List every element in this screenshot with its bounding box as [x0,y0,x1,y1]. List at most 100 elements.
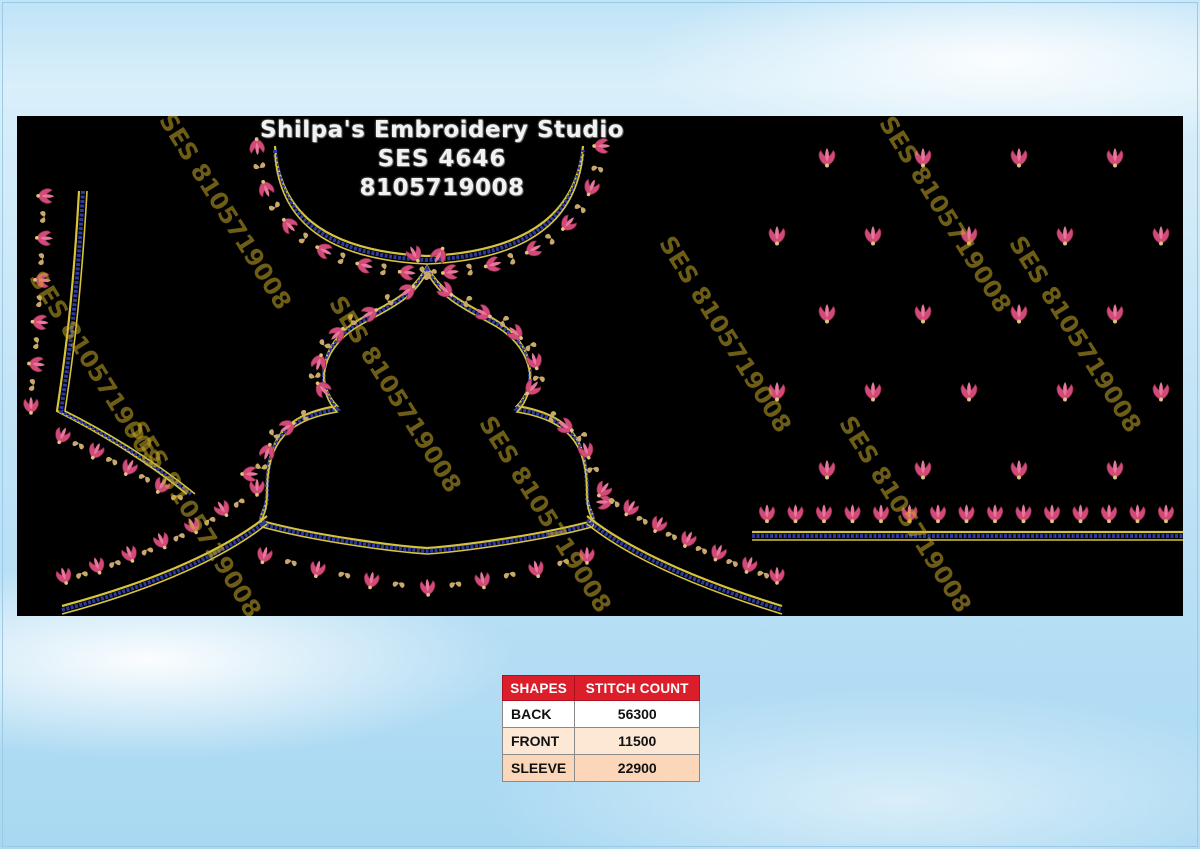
leaf-motif [503,571,517,579]
count-cell: 22900 [574,754,701,782]
flower-motif [254,544,275,567]
leaf-motif [573,203,587,215]
flower-motif [471,301,496,325]
butti-motif [1106,147,1124,169]
flower-motif [51,424,74,448]
leaf-motif [664,530,678,542]
leaf-motif [392,581,405,589]
butti-motif [768,225,786,247]
leaf-motif [284,558,298,567]
flower-motif [86,554,108,578]
flower-motif [23,396,39,416]
border-flower-motif [929,503,947,524]
flower-motif [309,350,330,374]
table-row: SLEEVE 22900 [501,754,701,782]
stitch-count-table: SHAPES STITCH COUNT BACK 56300 FRONT 115… [501,675,701,782]
flower-motif [676,527,699,552]
flower-motif [54,564,75,588]
flower-motif [419,577,437,598]
leaf-motif [71,440,85,451]
flower-motif [353,255,376,276]
leaf-motif [75,570,89,580]
flower-motif [555,211,580,237]
flower-motif [439,263,461,282]
leaf-motif [506,252,517,266]
flower-motif [211,497,235,522]
leaf-motif [379,262,388,276]
leaf-motif [337,251,347,265]
leaf-motif [255,463,268,470]
studio-name: Shilpa's Embroidery Studio [259,117,625,143]
leaf-motif [38,252,45,266]
flower-motif [738,553,760,577]
leaf-motif [524,341,538,353]
shape-cell: FRONT [501,727,576,755]
flower-motif [769,566,785,586]
flower-motif [239,466,259,482]
gold-outline [586,515,783,608]
flower-motif [647,512,670,537]
leaf-motif [532,375,546,383]
flower-motif [473,569,493,592]
border-flower-motif [1072,503,1089,524]
leaf-motif [140,546,154,557]
leaf-motif [586,466,600,474]
flower-motif [25,355,47,373]
border-flower-motif [844,503,861,524]
flower-motif [361,569,381,592]
leaf-motif [635,514,649,526]
flower-motif [119,542,141,566]
embroidery-design-preview: Shilpa's Embroidery Studio SES 4646 8105… [17,116,1183,616]
leaf-motif [337,571,351,579]
flower-motif [34,229,54,247]
leaf-motif [544,232,556,246]
leaf-motif [694,545,708,555]
butti-motif [1010,147,1028,169]
butti-motif [914,303,932,325]
leaf-motif [32,336,40,350]
shape-cell: SLEEVE [501,754,576,782]
leaf-motif [172,532,186,543]
butti-motif [1056,225,1074,247]
border-flower-motif [958,503,975,524]
butti-motif [1056,381,1074,403]
leaf-motif [308,372,321,379]
count-cell: 56300 [574,700,701,728]
table-row: BACK 56300 [501,700,701,728]
flower-motif [35,187,55,205]
leaf-motif [28,378,36,392]
leaf-motif [39,210,46,224]
butti-motif [818,459,836,481]
butti-motif [1010,459,1028,481]
leaf-motif [105,455,119,467]
leaf-motif [756,570,770,580]
leaf-motif [297,231,310,245]
flower-motif [307,558,328,581]
leaf-motif [465,263,474,276]
header-stitch-count: STITCH COUNT [574,675,701,701]
header-shapes: SHAPES [501,675,576,701]
leaf-motif [232,497,246,509]
studio-phone: 8105719008 [359,175,525,201]
border-flower-motif [758,503,776,524]
flower-motif [396,263,417,282]
butti-motif [864,381,882,403]
studio-credit: Shilpa's Embroidery Studio SES 4646 8105… [217,116,667,203]
border-flower-motif [1015,503,1032,524]
border-flower-motif [1129,503,1146,524]
flower-motif [150,529,173,553]
leaf-motif [108,559,122,569]
design-code: SES 4646 [377,146,507,172]
flower-motif [526,558,547,581]
border-flower-motif [815,503,833,524]
butti-motif [960,381,978,403]
butti-motif [1152,225,1170,247]
flower-motif [524,350,545,373]
flower-motif [276,212,301,237]
border-flower-motif [787,503,804,524]
shape-cell: BACK [501,700,576,728]
butti-motif [1152,381,1170,403]
border-flower-motif [1157,503,1175,524]
leaf-motif [137,472,151,484]
table-row: FRONT 11500 [501,727,701,755]
